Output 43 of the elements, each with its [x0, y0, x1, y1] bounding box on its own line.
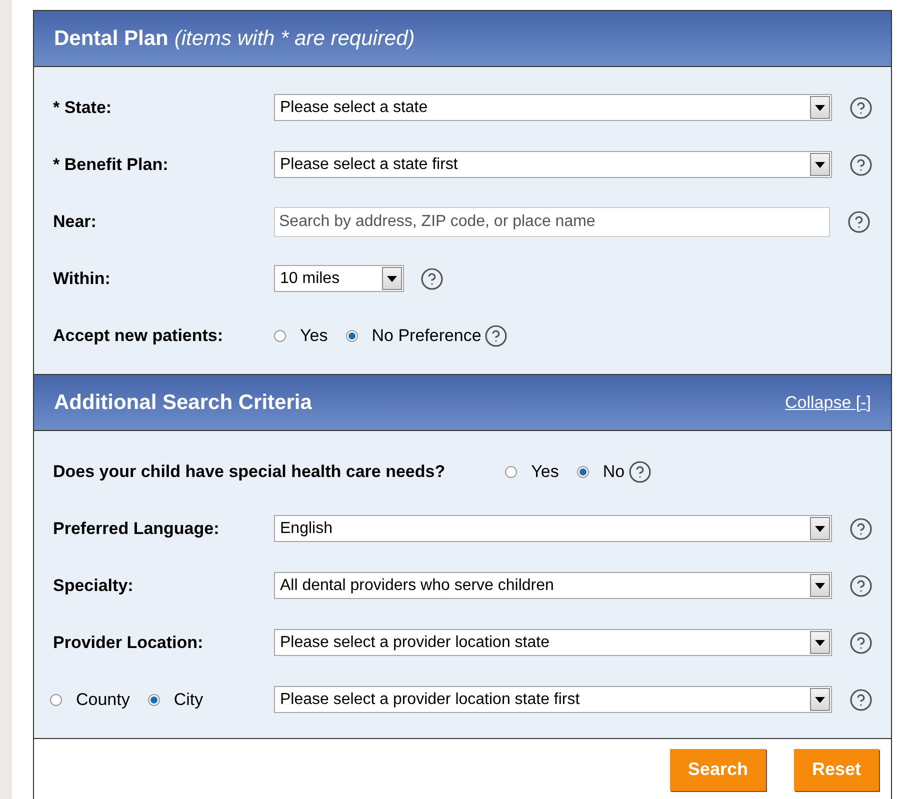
- radio-label: No: [602, 462, 625, 482]
- collapse-link[interactable]: Collapse [-]: [785, 392, 871, 412]
- radio-label: Yes: [300, 326, 328, 346]
- section-title: Additional Search Criteria: [54, 390, 312, 414]
- dropdown-select[interactable]: Please select a provider location state first: [274, 686, 832, 713]
- dropdown-select[interactable]: English: [274, 515, 832, 542]
- field-label: Provider Location:: [53, 632, 204, 652]
- dropdown-select[interactable]: 10 miles: [274, 265, 404, 292]
- radio-label: County: [76, 690, 130, 710]
- field-label: Accept new patients:: [53, 326, 224, 346]
- field-label: Preferred Language:: [53, 518, 220, 538]
- radio-button[interactable]: [346, 330, 358, 342]
- field-label: Within:: [53, 268, 112, 288]
- field-label: Does your child have special health care needs?: [53, 462, 446, 482]
- radio-label: No Preference: [372, 326, 482, 346]
- field-label: Near:: [53, 212, 98, 232]
- help-icon[interactable]: [849, 152, 873, 176]
- dropdown-select[interactable]: Please select a state first: [274, 151, 832, 178]
- dropdown-select[interactable]: Please select a provider location state: [274, 629, 832, 656]
- field-label: * Benefit Plan:: [53, 154, 170, 174]
- radio-button[interactable]: [148, 694, 160, 706]
- help-icon[interactable]: [849, 96, 873, 120]
- dropdown-select[interactable]: Please select a state: [274, 94, 832, 121]
- radio-label: Yes: [531, 462, 559, 482]
- required-note: (items with * are required): [174, 26, 415, 50]
- radio-button[interactable]: [505, 466, 518, 478]
- dropdown-select[interactable]: All dental providers who serve children: [274, 572, 832, 599]
- radio-button[interactable]: [50, 694, 62, 706]
- help-icon[interactable]: [849, 630, 873, 654]
- help-icon[interactable]: [849, 688, 873, 712]
- search-field[interactable]: Search by address, ZIP code, or place name: [274, 206, 830, 236]
- help-icon[interactable]: [847, 210, 871, 234]
- radio-button[interactable]: [576, 466, 589, 478]
- section-title: Dental Plan: [54, 26, 168, 50]
- help-icon[interactable]: [628, 460, 652, 484]
- field-label: * State:: [53, 98, 113, 118]
- help-icon[interactable]: [420, 266, 444, 290]
- radio-button[interactable]: [274, 330, 286, 342]
- radio-label: City: [174, 690, 204, 710]
- help-icon[interactable]: [484, 324, 508, 348]
- help-icon[interactable]: [849, 516, 873, 540]
- field-label: Specialty:: [53, 576, 134, 596]
- help-icon[interactable]: [849, 574, 873, 598]
